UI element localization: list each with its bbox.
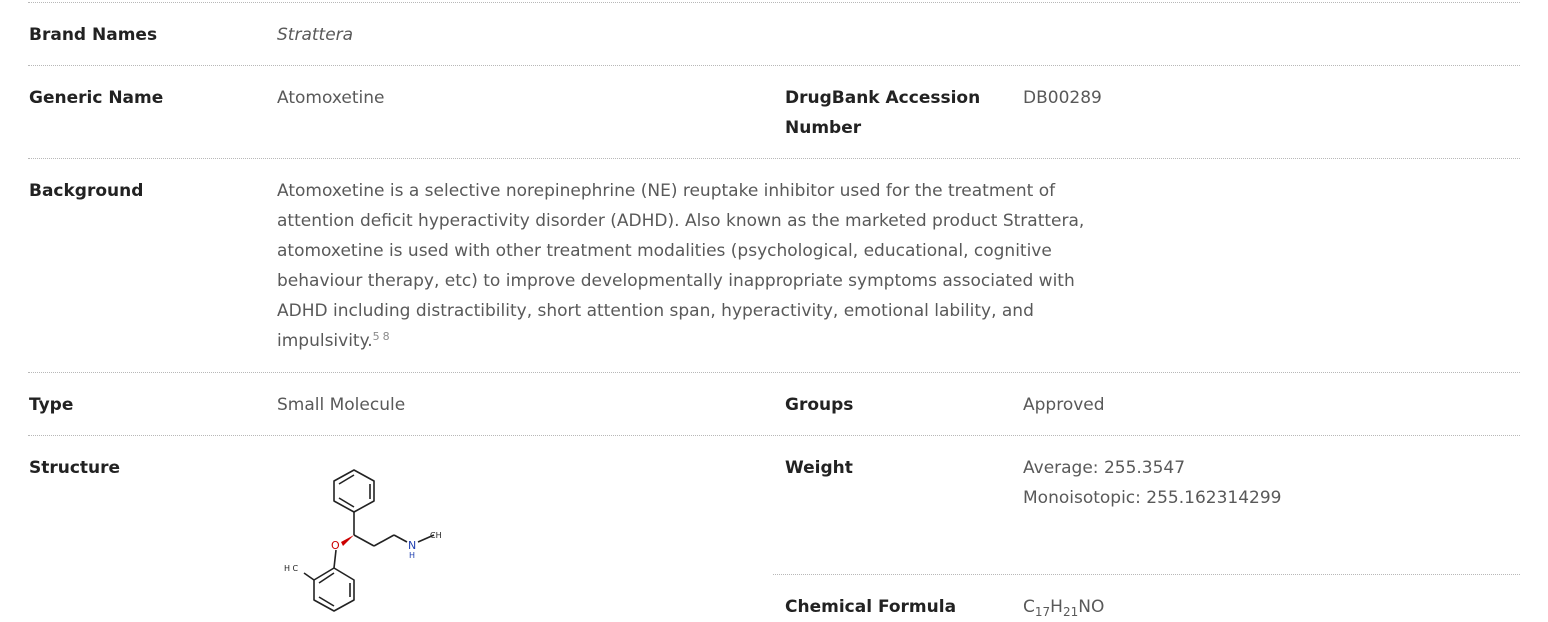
accession-number-value: DB00289 bbox=[1023, 88, 1102, 108]
formula-element: C bbox=[1023, 597, 1035, 617]
structure-label: Structure bbox=[29, 458, 121, 478]
bond bbox=[303, 572, 315, 581]
reference-link-8[interactable]: 8 bbox=[383, 330, 390, 343]
atom-methyl: CH bbox=[430, 531, 442, 540]
divider bbox=[28, 2, 1520, 3]
background-line: atomoxetine is used with other treatment… bbox=[277, 241, 1052, 261]
ring-double-bond bbox=[318, 572, 335, 584]
bond bbox=[353, 534, 375, 547]
background-line: ADHD including distractibility, short at… bbox=[277, 301, 1034, 321]
atom-methyl-aryl: H C bbox=[284, 564, 299, 573]
background-line: impulsivity. bbox=[277, 331, 373, 351]
aryl-ring bbox=[313, 567, 355, 612]
background-label: Background bbox=[29, 181, 144, 201]
background-line: Atomoxetine is a selective norepinephrin… bbox=[277, 181, 1056, 201]
weight-label: Weight bbox=[785, 458, 853, 478]
formula-element: H bbox=[1050, 597, 1063, 617]
bond bbox=[333, 549, 337, 569]
formula-count: 21 bbox=[1062, 605, 1079, 619]
reference-links: 58 bbox=[373, 330, 393, 343]
stereo-wedge bbox=[341, 535, 354, 546]
groups-value: Approved bbox=[1023, 395, 1105, 415]
weight-monoisotopic: Monoisotopic: 255.162314299 bbox=[1023, 488, 1282, 508]
atom-hydrogen: H bbox=[409, 551, 415, 560]
bond bbox=[393, 534, 408, 543]
bond bbox=[373, 534, 395, 547]
accession-label-line-1: DrugBank Accession bbox=[785, 88, 981, 108]
background-text: Atomoxetine is a selective norepinephrin… bbox=[277, 176, 1157, 356]
formula-element: NO bbox=[1078, 597, 1105, 617]
divider bbox=[28, 372, 1520, 373]
background-line: attention deficit hyperactivity disorder… bbox=[277, 211, 1085, 231]
generic-name-label: Generic Name bbox=[29, 88, 164, 108]
molecule-structure-image[interactable]: O N H CH H C bbox=[280, 460, 460, 620]
accession-number-label: DrugBank Accession Number bbox=[785, 83, 980, 143]
divider bbox=[773, 574, 1520, 575]
weight-value: Average: 255.3547 Monoisotopic: 255.1623… bbox=[1023, 453, 1281, 513]
chemical-formula-value: C17H21NO bbox=[1023, 592, 1104, 622]
type-value: Small Molecule bbox=[277, 395, 406, 415]
type-label: Type bbox=[29, 395, 74, 415]
brand-names-label: Brand Names bbox=[29, 25, 158, 45]
brand-names-value: Strattera bbox=[277, 25, 354, 45]
reference-link-5[interactable]: 5 bbox=[373, 330, 380, 343]
generic-name-value: Atomoxetine bbox=[277, 88, 385, 108]
weight-average: Average: 255.3547 bbox=[1023, 458, 1186, 478]
divider bbox=[28, 65, 1520, 66]
chemical-formula-label: Chemical Formula bbox=[785, 597, 957, 617]
background-line: behaviour therapy, etc) to improve devel… bbox=[277, 271, 1075, 291]
accession-label-line-2: Number bbox=[785, 118, 862, 138]
divider bbox=[28, 158, 1520, 159]
formula-count: 17 bbox=[1034, 605, 1051, 619]
atom-oxygen: O bbox=[331, 539, 340, 552]
background-line-last: impulsivity.5 8 bbox=[277, 326, 1157, 356]
phenyl-ring bbox=[333, 469, 375, 513]
divider bbox=[28, 435, 1520, 436]
groups-label: Groups bbox=[785, 395, 854, 415]
